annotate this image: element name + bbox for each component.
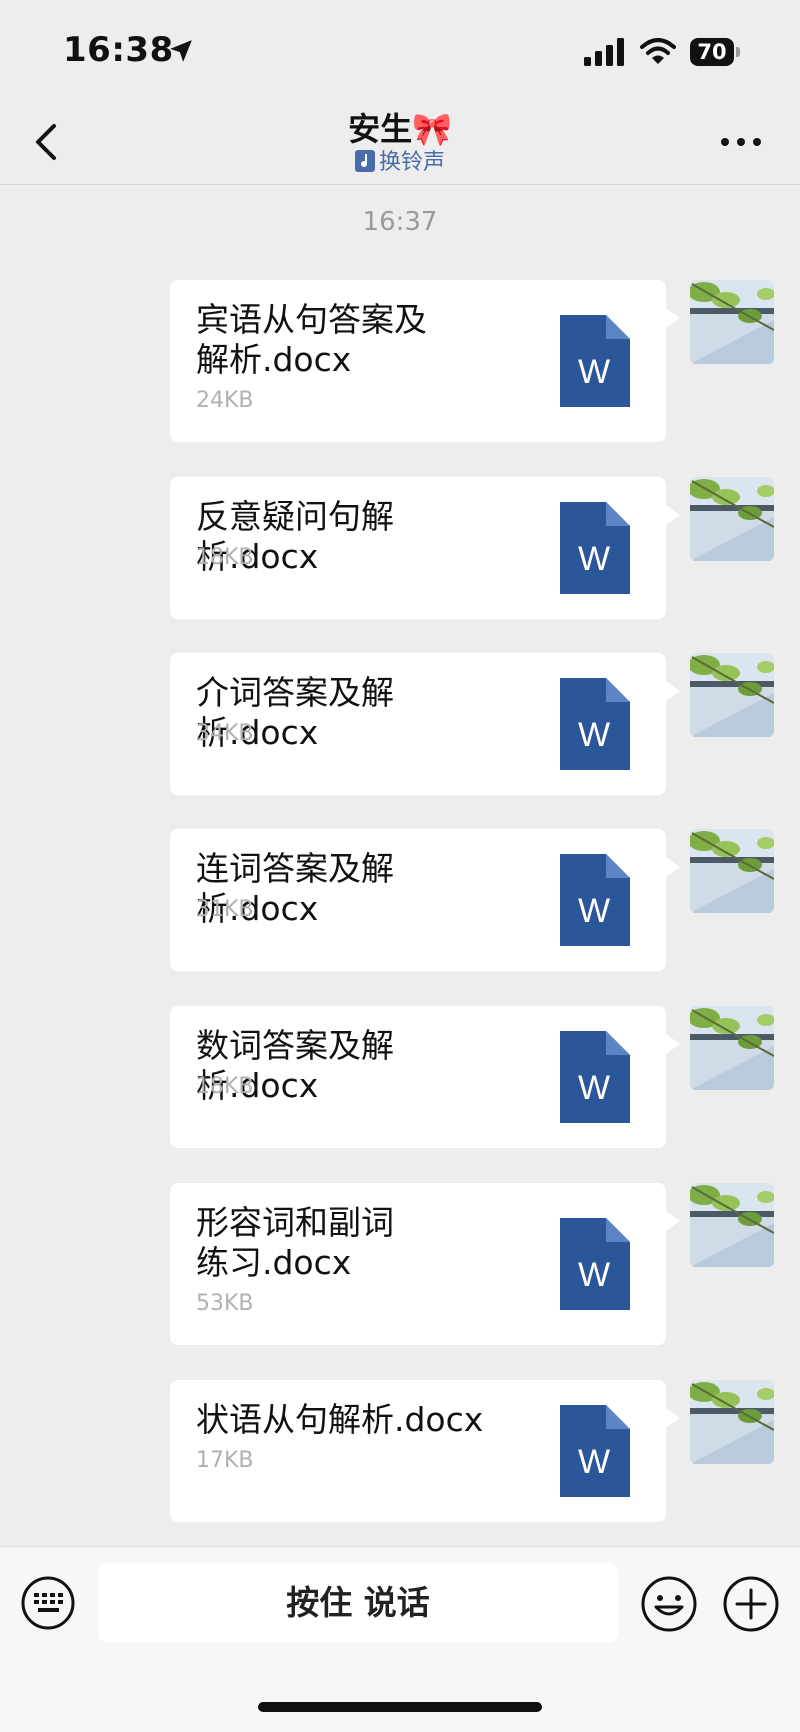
file-size: 18KB (196, 1074, 254, 1099)
word-doc-icon: W (560, 678, 630, 770)
file-message: 反意疑问句解析.docx 18KB W (170, 477, 680, 619)
file-message: 形容词和副词 练习.docx 53KB W (170, 1183, 680, 1345)
user-avatar[interactable] (690, 829, 774, 913)
file-name: 形容词和副词 练习.docx (196, 1203, 394, 1282)
word-doc-icon: W (560, 315, 630, 407)
user-avatar[interactable] (690, 1380, 774, 1464)
emoji-icon[interactable] (640, 1575, 698, 1633)
word-doc-icon: W (560, 502, 630, 594)
file-bubble[interactable]: 形容词和副词 练习.docx 53KB W (170, 1183, 680, 1345)
plus-icon[interactable] (722, 1575, 780, 1633)
file-message: 连词答案及解析.docx 31KB W (170, 829, 680, 971)
file-message: 状语从句解析.docx 17KB W (170, 1380, 680, 1522)
word-icon-letter: W (578, 353, 610, 391)
file-name: 状语从句解析.docx (196, 1400, 484, 1439)
word-icon-letter: W (578, 892, 610, 930)
word-doc-icon: W (560, 1405, 630, 1497)
nav-bar: 安生🎀 换铃声 (0, 100, 800, 185)
file-size: 31KB (196, 897, 254, 922)
word-icon-letter: W (578, 1069, 610, 1107)
word-icon-letter: W (578, 1256, 610, 1294)
word-icon-letter: W (578, 1443, 610, 1481)
keyboard-icon[interactable] (20, 1575, 76, 1631)
home-indicator (258, 1702, 542, 1712)
file-size: 17KB (196, 1448, 254, 1473)
file-size: 24KB (196, 388, 254, 413)
file-size: 53KB (196, 1291, 254, 1316)
word-icon-letter: W (578, 540, 610, 578)
file-bubble[interactable]: 数词答案及解析.docx 18KB W (170, 1006, 680, 1148)
status-bar: 16:38 70 (0, 0, 800, 100)
file-size: 18KB (196, 545, 254, 570)
file-bubble[interactable]: 连词答案及解析.docx 31KB W (170, 829, 680, 971)
file-message: 数词答案及解析.docx 18KB W (170, 1006, 680, 1148)
user-avatar[interactable] (690, 280, 774, 364)
word-doc-icon: W (560, 1031, 630, 1123)
file-name: 宾语从句答案及 解析.docx (196, 300, 427, 379)
word-icon-letter: W (578, 716, 610, 754)
file-message: 宾语从句答案及 解析.docx 24KB W (170, 280, 680, 442)
chat-timestamp: 16:37 (362, 207, 438, 237)
battery-indicator: 70 (690, 38, 740, 66)
more-options-icon[interactable] (716, 120, 766, 164)
user-avatar[interactable] (690, 1183, 774, 1267)
file-bubble[interactable]: 介词答案及解析.docx 34KB W (170, 653, 680, 795)
word-doc-icon: W (560, 1218, 630, 1310)
user-avatar[interactable] (690, 1006, 774, 1090)
hold-to-talk-button[interactable]: 按住 说话 (98, 1563, 618, 1643)
location-arrow-icon (170, 40, 192, 62)
file-bubble[interactable]: 宾语从句答案及 解析.docx 24KB W (170, 280, 680, 442)
status-time: 16:38 (63, 30, 174, 70)
battery-level: 70 (697, 40, 727, 64)
file-bubble[interactable]: 反意疑问句解析.docx 18KB W (170, 477, 680, 619)
music-note-icon (354, 150, 375, 172)
ringtone-label: 换铃声 (378, 150, 445, 175)
file-size: 34KB (196, 721, 254, 746)
user-avatar[interactable] (690, 477, 774, 561)
file-message: 介词答案及解析.docx 34KB W (170, 653, 680, 795)
word-doc-icon: W (560, 854, 630, 946)
file-bubble[interactable]: 状语从句解析.docx 17KB W (170, 1380, 680, 1522)
user-avatar[interactable] (690, 653, 774, 737)
wifi-icon (640, 38, 676, 64)
cellular-signal-icon (584, 38, 624, 66)
ringtone-link[interactable]: 换铃声 (0, 144, 800, 176)
